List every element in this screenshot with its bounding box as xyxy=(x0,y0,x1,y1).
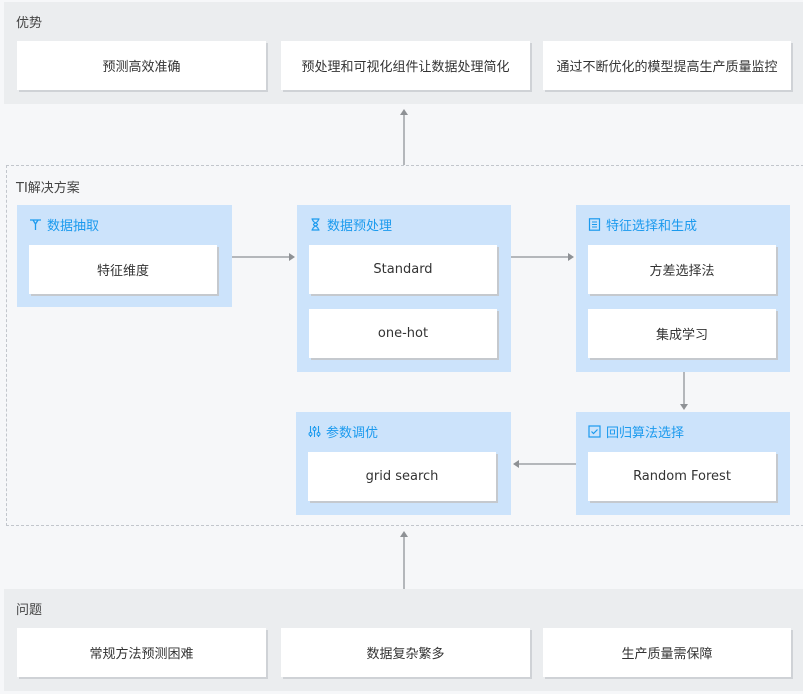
step-title: 数据预处理 xyxy=(327,219,393,234)
hourglass-icon xyxy=(311,218,320,231)
step-data-extraction: 数据抽取 特征维度 xyxy=(17,205,232,307)
arrow-step3-to-step5 xyxy=(683,372,685,406)
arrow-head xyxy=(680,404,688,410)
step-title: 特征选择和生成 xyxy=(606,219,698,234)
step-item: Random Forest xyxy=(588,452,776,501)
arrow-head xyxy=(400,109,408,115)
step-item: Standard xyxy=(309,245,497,294)
problems-title: 问题 xyxy=(16,603,43,618)
problems-section: 问题 常规方法预测困难 数据复杂繁多 生产质量需保障 xyxy=(4,589,803,691)
advantage-card: 预处理和可视化组件让数据处理简化 xyxy=(281,41,530,90)
arrow-head xyxy=(289,253,295,261)
advantages-section: 优势 预测高效准确 预处理和可视化组件让数据处理简化 通过不断优化的模型提高生产… xyxy=(4,2,803,104)
solution-title: TI解决方案 xyxy=(16,181,80,196)
arrow-head xyxy=(568,253,574,261)
arrow-up-to-advantages xyxy=(403,112,405,165)
advantage-card: 通过不断优化的模型提高生产质量监控 xyxy=(543,41,791,90)
step-item: 特征维度 xyxy=(29,245,217,294)
filter-icon xyxy=(30,219,41,230)
step-title: 数据抽取 xyxy=(47,219,100,234)
step-item: grid search xyxy=(308,452,496,501)
problem-card: 生产质量需保障 xyxy=(543,628,791,677)
step-feature-selection: 特征选择和生成 方差选择法 集成学习 xyxy=(576,205,790,372)
checkbox-icon xyxy=(588,425,601,438)
arrow-head xyxy=(513,460,519,468)
step-regression-selection: 回归算法选择 Random Forest xyxy=(576,412,790,515)
step-item: 集成学习 xyxy=(588,309,776,358)
arrow-step1-to-step2 xyxy=(232,256,290,258)
step-preprocessing: 数据预处理 Standard one-hot xyxy=(297,205,511,372)
arrow-up-from-problems xyxy=(403,537,405,589)
step-item: 方差选择法 xyxy=(588,245,776,294)
problem-card: 数据复杂繁多 xyxy=(281,628,530,677)
arrow-head xyxy=(400,531,408,537)
advantages-title: 优势 xyxy=(16,16,43,31)
problem-card: 常规方法预测困难 xyxy=(17,628,266,677)
list-icon xyxy=(588,218,601,231)
arrow-step2-to-step3 xyxy=(511,256,569,258)
sliders-icon xyxy=(308,426,321,437)
step-title: 参数调优 xyxy=(326,426,379,441)
arrow-step5-to-step4 xyxy=(519,463,576,465)
step-parameter-tuning: 参数调优 grid search xyxy=(296,412,511,515)
advantage-card: 预测高效准确 xyxy=(17,41,266,90)
step-item: one-hot xyxy=(309,309,497,358)
step-title: 回归算法选择 xyxy=(606,426,685,441)
